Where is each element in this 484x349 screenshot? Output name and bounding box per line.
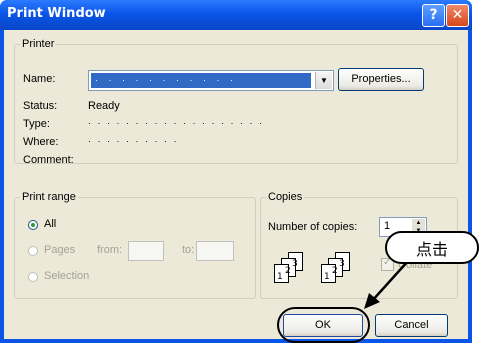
printer-legend: Printer bbox=[22, 38, 55, 50]
number-of-copies-label: Number of copies: bbox=[268, 221, 358, 233]
printer-name-value: · · · · · · · · · · · bbox=[91, 73, 311, 88]
ok-highlight-ring bbox=[277, 307, 370, 343]
spinner-up-icon[interactable]: ▲ bbox=[412, 219, 425, 227]
svg-text:3: 3 bbox=[339, 259, 345, 269]
type-label: Type: bbox=[23, 118, 50, 130]
close-button[interactable]: ✕ bbox=[446, 4, 469, 27]
to-input[interactable] bbox=[196, 241, 234, 261]
window-title: Print Window bbox=[7, 6, 106, 21]
status-value: Ready bbox=[88, 100, 120, 112]
cancel-button[interactable]: Cancel bbox=[375, 314, 448, 337]
svg-text:2: 2 bbox=[285, 266, 291, 276]
svg-text:3: 3 bbox=[292, 259, 298, 269]
status-label: Status: bbox=[23, 100, 58, 112]
selection-label[interactable]: Selection bbox=[44, 270, 89, 282]
properties-button[interactable]: Properties... bbox=[338, 68, 424, 91]
printer-group: Printer bbox=[14, 38, 458, 164]
svg-text:2: 2 bbox=[332, 266, 338, 276]
click-callout: 点击 bbox=[385, 231, 479, 264]
copies-value: 1 bbox=[384, 220, 391, 232]
help-button[interactable]: ? bbox=[422, 4, 445, 27]
comment-label: Comment: bbox=[23, 154, 74, 166]
printer-name-select[interactable]: · · · · · · · · · · · ▼ bbox=[88, 70, 334, 91]
pages-label[interactable]: Pages bbox=[44, 244, 75, 256]
copies-legend: Copies bbox=[268, 191, 303, 203]
selection-radio[interactable] bbox=[28, 272, 38, 282]
pages-radio[interactable] bbox=[28, 246, 38, 256]
type-value: · · · · · · · · · · · · · · · · · · · bbox=[88, 118, 264, 128]
radio-selected-dot bbox=[31, 223, 35, 227]
from-label: from: bbox=[97, 244, 123, 256]
title-bar[interactable]: Print Window ? ✕ bbox=[0, 0, 472, 30]
where-value: · · · · · · · · · · bbox=[88, 136, 179, 146]
where-label: Where: bbox=[23, 136, 59, 148]
print-range-legend: Print range bbox=[22, 191, 76, 203]
all-label[interactable]: All bbox=[44, 218, 56, 230]
svg-text:1: 1 bbox=[324, 272, 330, 282]
callout-arrow-icon bbox=[364, 260, 409, 309]
to-label: to: bbox=[182, 244, 195, 256]
svg-text:1: 1 bbox=[277, 272, 283, 282]
chevron-down-icon[interactable]: ▼ bbox=[315, 72, 332, 89]
from-input[interactable] bbox=[128, 241, 164, 261]
all-radio[interactable] bbox=[28, 220, 38, 230]
name-label: Name: bbox=[23, 73, 56, 85]
